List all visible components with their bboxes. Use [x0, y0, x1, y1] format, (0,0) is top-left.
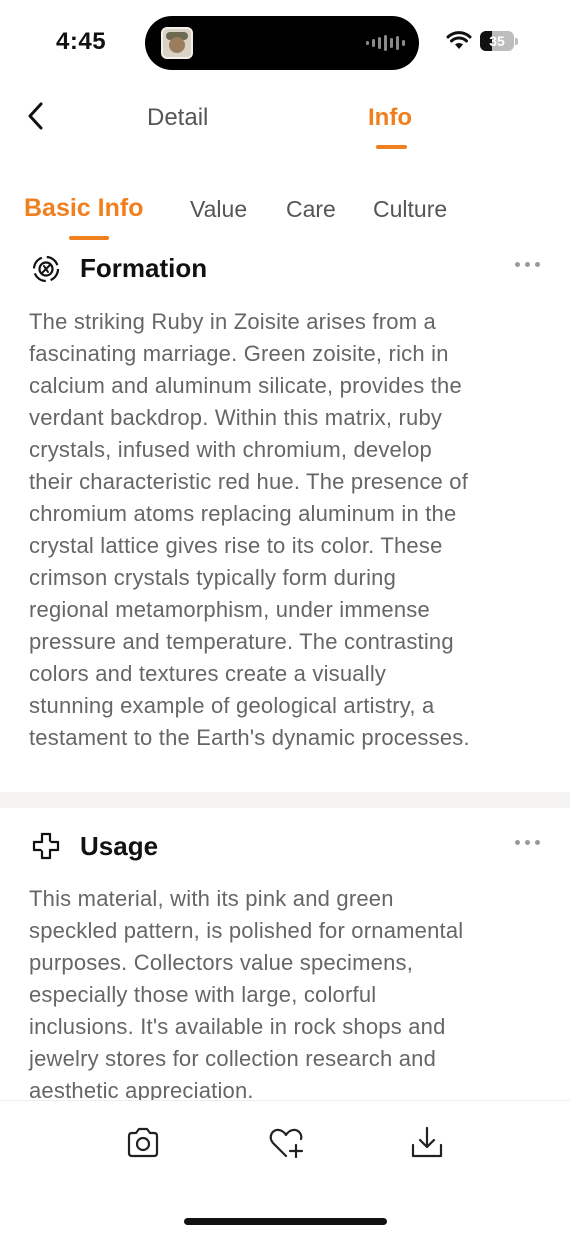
back-button[interactable]: [22, 98, 52, 134]
subtab-value[interactable]: Value: [190, 196, 247, 223]
tab-info[interactable]: Info: [368, 104, 412, 132]
text-line: pressure and temperature. The contrastin…: [29, 629, 454, 654]
bottom-action-bar: [0, 1100, 570, 1236]
section-title: Formation: [80, 253, 208, 283]
subtab-care[interactable]: Care: [286, 196, 336, 223]
text-line: speckled pattern, is polished for orname…: [29, 918, 464, 943]
more-options-button[interactable]: [515, 840, 540, 845]
text-line: especially those with large, colorful: [29, 982, 377, 1007]
tab-info-indicator: [376, 145, 407, 149]
heart-plus-icon[interactable]: [266, 1123, 306, 1163]
formation-section: Formation The striking Ruby in Zoisite a…: [0, 250, 570, 780]
wifi-icon: [446, 31, 472, 49]
section-header: Formation: [0, 250, 570, 290]
usage-icon: [32, 832, 60, 860]
dynamic-island[interactable]: [145, 16, 419, 70]
home-indicator[interactable]: [184, 1218, 387, 1225]
sub-tabs: Basic Info Value Care Culture: [0, 180, 570, 242]
audio-waveform-icon: [366, 35, 405, 51]
text-line: their characteristic red hue. The presen…: [29, 469, 469, 494]
section-body: This material, with its pink and green s…: [29, 883, 549, 1100]
status-bar: 4:45 35: [0, 0, 570, 86]
text-line: fascinating marriage. Green zoisite, ric…: [29, 341, 449, 366]
text-line: regional metamorphism, under immense: [29, 597, 430, 622]
text-line: stunning example of geological artistry,…: [29, 693, 435, 718]
tab-detail[interactable]: Detail: [147, 104, 208, 132]
section-divider: [0, 792, 570, 808]
battery-icon: 35: [480, 31, 518, 51]
top-nav: Detail Info: [0, 86, 570, 166]
battery-level: 35: [489, 33, 505, 49]
text-line: inclusions. It's available in rock shops…: [29, 1014, 446, 1039]
text-line: aesthetic appreciation.: [29, 1078, 254, 1100]
subtab-basic-info[interactable]: Basic Info: [24, 194, 143, 223]
camera-icon[interactable]: [123, 1123, 163, 1163]
more-options-button[interactable]: [515, 262, 540, 267]
text-line: This material, with its pink and green: [29, 886, 394, 911]
section-header: Usage: [0, 828, 570, 868]
section-title: Usage: [80, 831, 159, 861]
formation-icon: [32, 255, 60, 283]
status-time: 4:45: [56, 28, 107, 55]
download-icon[interactable]: [407, 1123, 447, 1163]
usage-section: Usage This material, with its pink and g…: [0, 828, 570, 1100]
text-line: The striking Ruby in Zoisite arises from…: [29, 309, 436, 334]
subtab-active-indicator: [69, 236, 109, 240]
text-line: colors and textures create a visually: [29, 661, 387, 686]
section-body: The striking Ruby in Zoisite arises from…: [29, 306, 549, 754]
text-line: testament to the Earth's dynamic process…: [29, 725, 470, 750]
subtab-culture[interactable]: Culture: [373, 196, 447, 223]
text-line: chromium atoms replacing aluminum in the: [29, 501, 457, 526]
now-playing-thumbnail: [161, 27, 193, 59]
text-line: calcium and aluminum silicate, provides …: [29, 373, 462, 398]
text-line: crimson crystals typically form during: [29, 565, 397, 590]
text-line: crystals, infused with chromium, develop: [29, 437, 432, 462]
text-line: purposes. Collectors value specimens,: [29, 950, 414, 975]
text-line: verdant backdrop. Within this matrix, ru…: [29, 405, 443, 430]
text-line: crystal lattice gives rise to its color.…: [29, 533, 443, 558]
text-line: jewelry stores for collection research a…: [29, 1046, 437, 1071]
